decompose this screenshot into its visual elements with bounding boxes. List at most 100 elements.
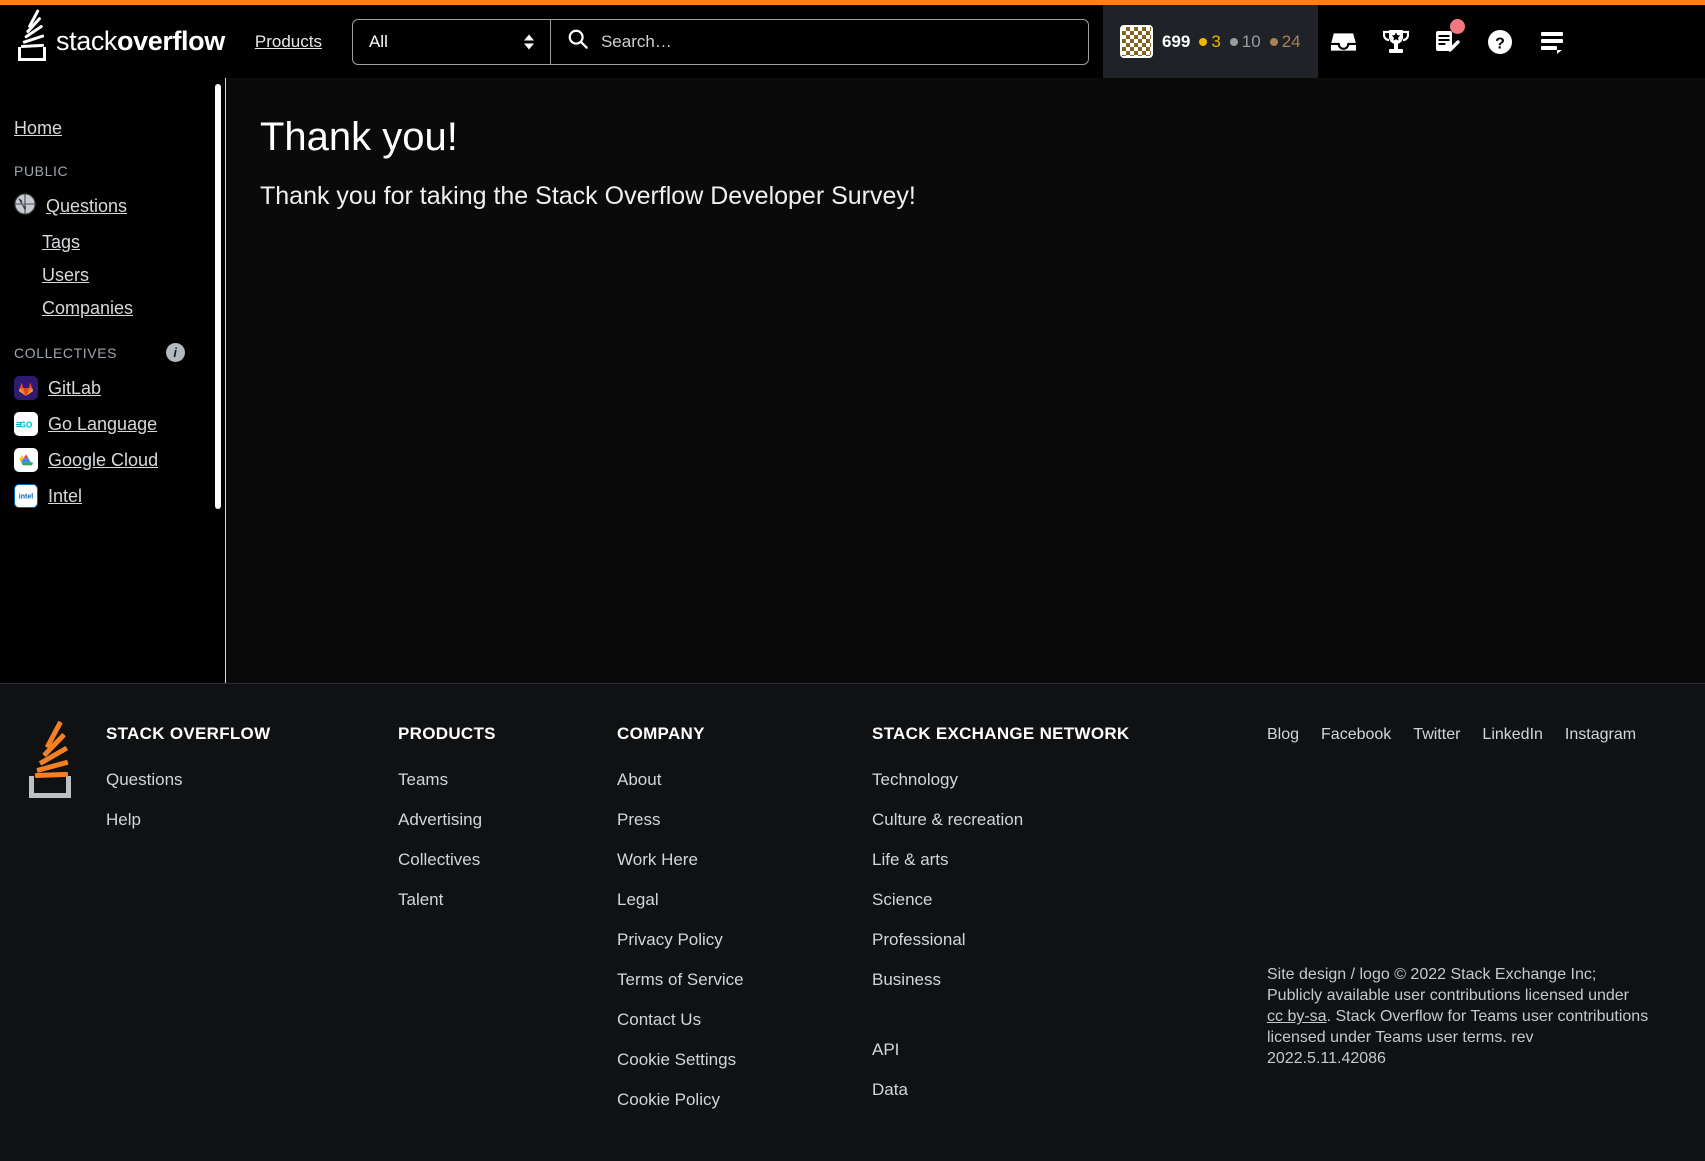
badge-counts: 3 10 24	[1199, 31, 1301, 52]
sidebar-item-users[interactable]: Users	[0, 259, 225, 292]
bronze-badge-dot-icon	[1269, 37, 1278, 46]
stack-overflow-footer-logo-icon[interactable]	[28, 720, 78, 798]
footer-link-professional[interactable]: Professional	[872, 930, 1267, 950]
sidebar-item-companies[interactable]: Companies	[0, 292, 225, 325]
footer-link-business[interactable]: Business	[872, 970, 1267, 990]
search-scope-select[interactable]: All	[353, 19, 551, 64]
gold-badge-value: 3	[1211, 31, 1221, 51]
footer-link-culture-recreation[interactable]: Culture & recreation	[872, 810, 1267, 830]
silver-badge-dot-icon	[1229, 37, 1238, 46]
sidebar-scrollbar-thumb[interactable]	[215, 84, 221, 509]
search-icon	[567, 28, 589, 55]
footer-link-press[interactable]: Press	[617, 810, 872, 830]
main-content: Thank you! Thank you for taking the Stac…	[226, 78, 1705, 683]
chevron-updown-icon	[523, 34, 534, 49]
sidebar-item-label: Intel	[48, 485, 83, 506]
copyright-text: Site design / logo © 2022 Stack Exchange…	[1267, 964, 1649, 1070]
avatar	[1119, 25, 1153, 58]
footer-link-about[interactable]: About	[617, 770, 872, 790]
sidebar-item-google-cloud[interactable]: Google Cloud	[0, 442, 225, 478]
footer-link-talent[interactable]: Talent	[398, 890, 617, 910]
silver-badge-value: 10	[1241, 31, 1261, 51]
footer-column-gap	[872, 1010, 1267, 1040]
footer-link-data[interactable]: Data	[872, 1080, 1267, 1100]
review-queue-button[interactable]	[1422, 5, 1474, 78]
gitlab-logo-icon	[14, 376, 38, 400]
help-icon: ?	[1487, 29, 1513, 55]
logo-text-light: stack	[56, 26, 118, 56]
page-body: Home PUBLIC Questions Tags Users Compani…	[0, 78, 1705, 683]
sidebar-item-label: Google Cloud	[48, 449, 159, 470]
footer-link-advertising[interactable]: Advertising	[398, 810, 617, 830]
footer-link-collectives[interactable]: Collectives	[398, 850, 617, 870]
social-link-facebook[interactable]: Facebook	[1321, 726, 1391, 744]
stack-overflow-wordmark: stackoverflow	[56, 26, 225, 57]
cc-by-sa-link[interactable]: cc by-sa	[1267, 1008, 1327, 1025]
social-link-twitter[interactable]: Twitter	[1413, 726, 1460, 744]
footer-link-teams[interactable]: Teams	[398, 770, 617, 790]
gold-badge-count[interactable]: 3	[1199, 31, 1221, 52]
footer-link-terms-of-service[interactable]: Terms of Service	[617, 970, 872, 990]
footer-link-contact-us[interactable]: Contact Us	[617, 1010, 872, 1030]
stacks-menu-icon	[1539, 30, 1565, 54]
svg-text:?: ?	[1495, 35, 1505, 52]
sidebar-item-label: Questions	[46, 196, 128, 216]
sidebar-item-label: Users	[42, 265, 90, 285]
sidebar-item-label: GitLab	[48, 377, 102, 398]
footer-link-legal[interactable]: Legal	[617, 890, 872, 910]
footer-link-help[interactable]: Help	[106, 810, 398, 830]
copyright-line-2-post: .	[1326, 1008, 1332, 1026]
social-link-linkedin[interactable]: LinkedIn	[1482, 726, 1543, 744]
footer-logo-column	[28, 720, 106, 1130]
social-link-instagram[interactable]: Instagram	[1565, 726, 1636, 744]
bronze-badge-count[interactable]: 24	[1269, 32, 1301, 52]
info-icon[interactable]: i	[166, 343, 185, 362]
inbox-button[interactable]	[1318, 5, 1370, 78]
footer-column-title: STACK EXCHANGE NETWORK	[872, 724, 1130, 743]
footer-link-cookie-policy[interactable]: Cookie Policy	[617, 1090, 872, 1110]
reputation-count: 699	[1161, 31, 1191, 51]
search-field-wrap[interactable]	[551, 20, 1088, 64]
sidebar-item-label: Go Language	[48, 413, 158, 434]
footer-link-questions[interactable]: Questions	[106, 770, 398, 790]
page-title: Thank you!	[260, 115, 458, 159]
footer-link-life-arts[interactable]: Life & arts	[872, 850, 1267, 870]
inbox-icon	[1330, 30, 1357, 54]
globe-icon	[14, 193, 36, 220]
footer-link-science[interactable]: Science	[872, 890, 1267, 910]
sidebar-item-tags[interactable]: Tags	[0, 226, 225, 259]
sidebar-heading-public: PUBLIC	[0, 145, 225, 187]
products-link[interactable]: Products	[239, 32, 338, 52]
user-profile-button[interactable]: 699 3 10 24	[1102, 5, 1318, 78]
footer-link-work-here[interactable]: Work Here	[617, 850, 872, 870]
footer-link-privacy-policy[interactable]: Privacy Policy	[617, 930, 872, 950]
sidebar-item-questions[interactable]: Questions	[0, 187, 225, 226]
footer-link-cookie-settings[interactable]: Cookie Settings	[617, 1050, 872, 1070]
search-input[interactable]	[600, 31, 1072, 52]
sidebar-heading-label: PUBLIC	[14, 163, 69, 179]
help-button[interactable]: ?	[1474, 5, 1526, 78]
social-link-blog[interactable]: Blog	[1267, 726, 1299, 744]
footer-link-technology[interactable]: Technology	[872, 770, 1267, 790]
site-header: stackoverflow Products All 699 3 10 24	[0, 5, 1705, 78]
gold-badge-dot-icon	[1199, 37, 1208, 46]
search-bar: All	[351, 18, 1089, 65]
sidebar-item-label: Tags	[42, 232, 81, 252]
thank-you-message: Thank you for taking the Stack Overflow …	[260, 182, 916, 210]
svg-text:GO: GO	[20, 420, 32, 429]
sidebar-item-home[interactable]: Home	[0, 112, 225, 145]
footer-link-api[interactable]: API	[872, 1040, 1267, 1060]
stacks-menu-button[interactable]	[1526, 5, 1578, 78]
sidebar-item-intel[interactable]: intel Intel	[0, 478, 225, 514]
silver-badge-count[interactable]: 10	[1229, 31, 1261, 52]
social-links-row: Blog Facebook Twitter LinkedIn Instagram	[1267, 726, 1677, 744]
go-logo-icon: GO	[14, 412, 38, 436]
sidebar-item-go-language[interactable]: GO Go Language	[0, 406, 225, 442]
sidebar-heading-collectives: COLLECTIVES i	[0, 325, 225, 370]
sidebar-item-gitlab[interactable]: GitLab	[0, 370, 225, 406]
footer-column-title: COMPANY	[617, 724, 705, 743]
trophy-icon	[1382, 29, 1409, 54]
notification-badge-dot	[1449, 19, 1465, 34]
stack-overflow-logo[interactable]: stackoverflow	[0, 5, 239, 78]
achievements-button[interactable]	[1370, 5, 1422, 78]
